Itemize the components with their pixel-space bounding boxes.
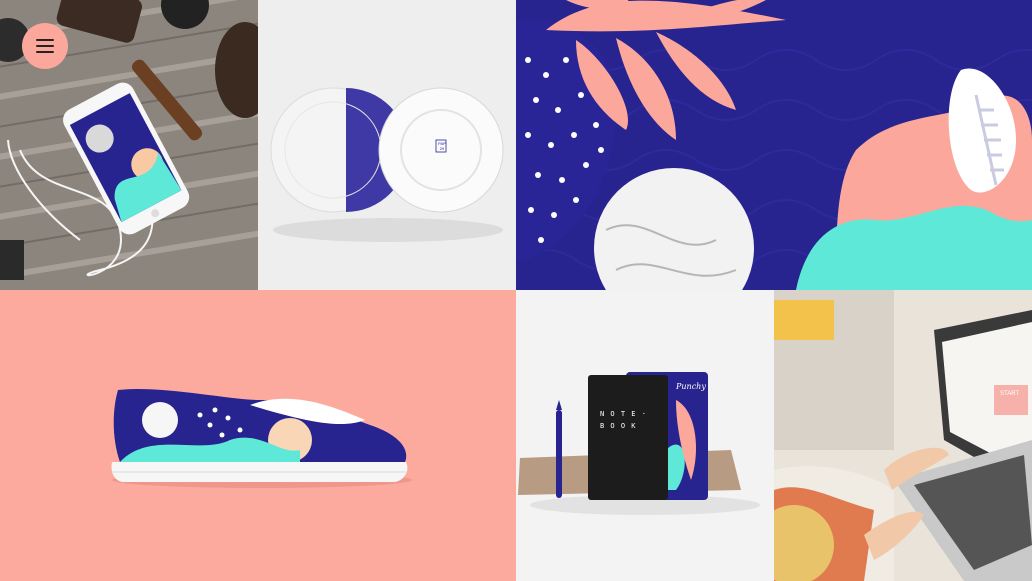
laptop-screen-text: START bbox=[1000, 391, 1020, 397]
notebook-title: N O T E · B O O K bbox=[600, 408, 660, 432]
pattern-illustration-image bbox=[516, 0, 1032, 290]
menu-icon-bar bbox=[36, 51, 54, 53]
plate-stamp-text: PAP 29 bbox=[438, 141, 446, 151]
notebook-title-line-2: B O O K bbox=[600, 422, 637, 430]
notebook-mockup-tile[interactable]: N O T E · B O O K Punchy bbox=[516, 290, 774, 581]
laptop-photo-image bbox=[774, 290, 1032, 581]
plates-mockup-image bbox=[258, 0, 516, 290]
laptop-photo-tile[interactable]: START bbox=[774, 290, 1032, 581]
shoe-mockup-image bbox=[0, 290, 516, 581]
pattern-illustration-tile[interactable] bbox=[516, 0, 1032, 290]
plates-mockup-tile[interactable] bbox=[258, 0, 516, 290]
menu-icon-bar bbox=[36, 45, 54, 47]
plate-stamp: PAP 29 bbox=[437, 141, 447, 151]
notebook-mockup-image bbox=[516, 290, 774, 581]
hamburger-menu-icon bbox=[36, 39, 54, 53]
menu-icon-bar bbox=[36, 39, 54, 41]
notebook-title-line-1: N O T E · bbox=[600, 410, 647, 418]
notebook-brand: Punchy bbox=[676, 382, 706, 391]
shoe-mockup-tile[interactable] bbox=[0, 290, 516, 581]
menu-button[interactable] bbox=[22, 23, 68, 69]
